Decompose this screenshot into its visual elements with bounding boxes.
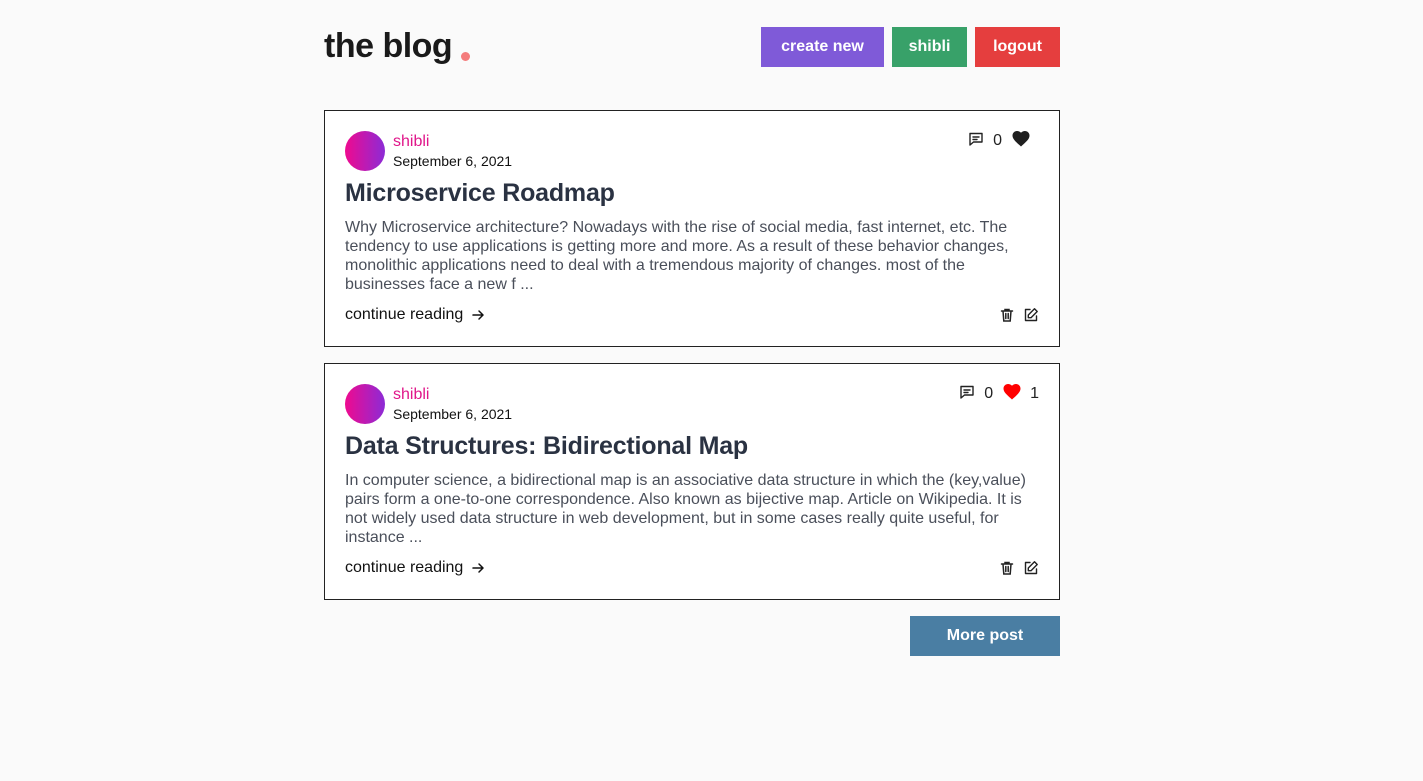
post-author-row: shibli September 6, 2021 <box>345 384 1039 426</box>
create-new-button[interactable]: create new <box>761 27 884 67</box>
edit-icon[interactable] <box>1023 560 1039 576</box>
user-profile-button[interactable]: shibli <box>892 27 967 67</box>
author-meta: shibli September 6, 2021 <box>393 384 512 424</box>
post-footer: continue reading <box>345 303 1039 327</box>
post-footer: continue reading <box>345 556 1039 580</box>
post-excerpt: In computer science, a bidirectional map… <box>345 472 1026 546</box>
author-meta: shibli September 6, 2021 <box>393 131 512 171</box>
continue-reading-link[interactable]: continue reading <box>345 559 485 577</box>
author-name[interactable]: shibli <box>393 132 512 151</box>
continue-reading-link[interactable]: continue reading <box>345 306 485 324</box>
arrow-right-icon <box>472 563 485 573</box>
trash-icon[interactable] <box>999 307 1015 323</box>
post-date: September 6, 2021 <box>393 153 513 169</box>
post-actions <box>999 307 1039 323</box>
author-avatar[interactable] <box>345 131 385 171</box>
post-author-row: shibli September 6, 2021 <box>345 131 1039 173</box>
post-stats: 0 <box>968 130 1039 152</box>
continue-reading-label: continue reading <box>345 306 464 323</box>
logo-dot-icon <box>461 52 471 61</box>
page-container: the blog create new shibli logout shibli… <box>324 0 1060 656</box>
post-card: shibli September 6, 2021 0 Microservice … <box>324 110 1060 347</box>
author-avatar[interactable] <box>345 384 385 424</box>
post-stats: 0 1 <box>959 383 1039 405</box>
post-title[interactable]: Data Structures: Bidirectional Map <box>345 431 1039 461</box>
post-date: September 6, 2021 <box>393 406 513 422</box>
heart-icon[interactable] <box>1012 130 1030 152</box>
comment-icon[interactable] <box>959 384 975 405</box>
post-title[interactable]: Microservice Roadmap <box>345 178 1039 208</box>
site-header: the blog create new shibli logout <box>324 0 1060 110</box>
comment-count: 0 <box>984 385 994 402</box>
arrow-right-icon <box>472 310 485 320</box>
header-nav: create new shibli logout <box>761 27 1060 67</box>
trash-icon[interactable] <box>999 560 1015 576</box>
edit-icon[interactable] <box>1023 307 1039 323</box>
post-card: shibli September 6, 2021 0 1 Data Struct… <box>324 363 1060 600</box>
comment-count: 0 <box>993 132 1002 149</box>
author-name[interactable]: shibli <box>393 385 512 404</box>
like-count: 1 <box>1030 385 1039 402</box>
post-excerpt: Why Microservice architecture? Nowadays … <box>345 219 1009 293</box>
post-list: shibli September 6, 2021 0 Microservice … <box>324 110 1060 600</box>
continue-reading-label: continue reading <box>345 559 464 576</box>
pagination: More post <box>324 616 1060 656</box>
comment-icon[interactable] <box>968 131 984 152</box>
post-actions <box>999 560 1039 576</box>
logo-text: the blog <box>324 27 453 65</box>
site-logo[interactable]: the blog <box>324 26 471 66</box>
more-posts-button[interactable]: More post <box>910 616 1060 656</box>
logout-button[interactable]: logout <box>975 27 1060 67</box>
heart-icon[interactable] <box>1003 383 1021 405</box>
